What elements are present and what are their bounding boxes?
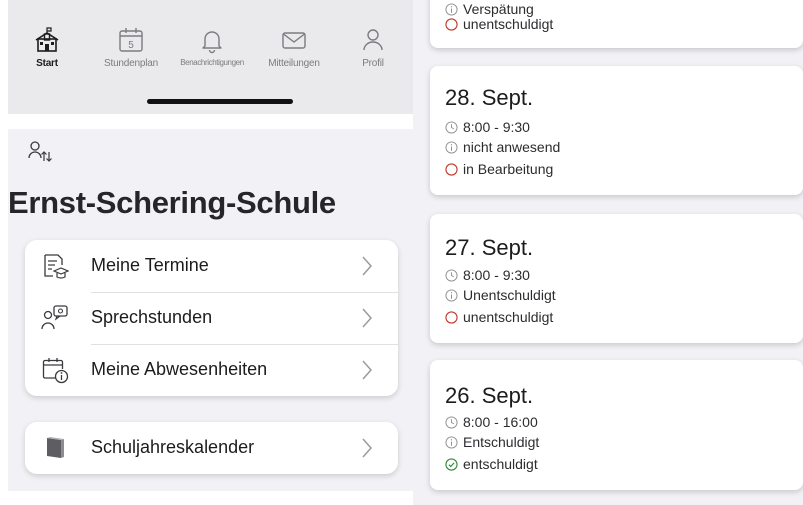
menu-item-label: Sprechstunden (91, 307, 213, 327)
tab-profil[interactable]: Profil (348, 25, 398, 69)
calendar-book-icon (47, 437, 64, 458)
menu-item-label: Meine Termine (91, 255, 209, 275)
clock-icon (445, 415, 458, 429)
absence-time: 8:00 - 9:30 (445, 266, 530, 284)
bell-icon (202, 31, 222, 54)
tab-benachrichtigungen[interactable]: Benachrichtigungen (171, 25, 253, 67)
tab-bar: Start 5 Stundenplan Benachrichtigungen M… (8, 0, 413, 114)
menu-item-label: Meine Abwesenheiten (91, 359, 268, 379)
info-icon (445, 288, 458, 302)
absence-reason: Unentschuldigt (445, 286, 556, 304)
chevron-right-icon (362, 256, 373, 276)
tab-benachrichtigungen-label: Benachrichtigungen (180, 58, 244, 67)
tab-mitteilungen-label: Mitteilungen (268, 58, 320, 69)
calendar-info-icon (42, 358, 69, 384)
absence-reason-text: nicht anwesend (463, 139, 561, 155)
left-panel: Start 5 Stundenplan Benachrichtigungen M… (0, 0, 413, 505)
absence-reason: nicht anwesend (445, 138, 560, 156)
absence-card[interactable]: 28. Sept. 8:00 - 9:30 nicht anwesend in … (430, 66, 803, 195)
menu-card: Meine Termine Sprechstunden Meine Abwese… (25, 240, 398, 396)
school-name: Ernst-Schering-Schule (8, 185, 336, 220)
absence-date: 26. Sept. (445, 383, 534, 408)
person-switch-icon[interactable] (28, 139, 58, 165)
absence-time: 8:00 - 9:30 (445, 118, 530, 136)
school-area: Ernst-Schering-Schule Meine Termine Spre… (8, 129, 413, 491)
absence-date: 28. Sept. (445, 85, 534, 110)
absence-time: 8:00 - 16:00 (445, 413, 538, 431)
tab-start[interactable]: Start (17, 25, 77, 69)
chevron-right-icon (362, 360, 373, 380)
home-indicator (147, 99, 293, 104)
info-icon (445, 435, 458, 449)
absence-card-partial[interactable]: Verspätung unentschuldigt (430, 0, 803, 48)
absence-reason-text: Entschuldigt (463, 434, 540, 450)
menu-item-meine-termine[interactable]: Meine Termine (25, 240, 398, 292)
check-circle-icon (445, 457, 458, 471)
absence-list[interactable]: Verspätung unentschuldigt 28. Sept. 8:00… (413, 0, 803, 505)
absence-status-text: unentschuldigt (463, 16, 554, 32)
absence-time-text: 8:00 - 16:00 (463, 414, 538, 430)
clock-icon (445, 268, 458, 282)
absence-card[interactable]: 26. Sept. 8:00 - 16:00 Entschuldigt ents… (430, 360, 803, 490)
status-circle-icon (445, 17, 458, 31)
absence-status-text: unentschuldigt (463, 309, 554, 325)
chevron-right-icon (362, 308, 373, 328)
chevron-right-icon (362, 438, 373, 458)
absence-status-text: entschuldigt (463, 456, 538, 472)
menu-item-label: Schuljahreskalender (91, 437, 255, 457)
absence-status: unentschuldigt (445, 15, 553, 33)
menu-item-schuljahreskalender[interactable]: Schuljahreskalender (25, 422, 398, 474)
absence-card[interactable]: 27. Sept. 8:00 - 9:30 Unentschuldigt une… (430, 214, 803, 343)
status-circle-icon (445, 162, 458, 176)
absence-reason: Entschuldigt (445, 433, 539, 451)
calendar-badge: 5 (128, 40, 134, 51)
calendar-card: Schuljahreskalender (25, 422, 398, 474)
info-icon (445, 140, 458, 154)
absence-reason-text: Unentschuldigt (463, 287, 556, 303)
info-icon (445, 2, 458, 16)
person-icon (363, 29, 383, 51)
school-icon (35, 27, 59, 52)
tab-profil-label: Profil (362, 58, 384, 69)
calendar-icon: 5 (119, 28, 143, 52)
absence-status-text: in Bearbeitung (463, 161, 554, 177)
tab-stundenplan-label: Stundenplan (104, 58, 158, 69)
absence-time-text: 8:00 - 9:30 (463, 119, 530, 135)
tab-stundenplan[interactable]: 5 Stundenplan (96, 25, 166, 69)
absence-status: in Bearbeitung (445, 160, 553, 178)
consultation-icon (41, 305, 68, 330)
status-circle-icon (445, 310, 458, 324)
tab-start-label: Start (36, 58, 58, 69)
absence-date: 27. Sept. (445, 235, 534, 260)
clock-icon (445, 120, 458, 134)
absence-status: entschuldigt (445, 455, 538, 473)
menu-item-meine-abwesenheiten[interactable]: Meine Abwesenheiten (25, 344, 398, 396)
menu-item-sprechstunden[interactable]: Sprechstunden (25, 292, 398, 344)
tab-mitteilungen[interactable]: Mitteilungen (259, 25, 329, 69)
absence-status: unentschuldigt (445, 308, 553, 326)
envelope-icon (282, 32, 306, 49)
document-graduation-icon (44, 254, 69, 279)
absence-time-text: 8:00 - 9:30 (463, 267, 530, 283)
